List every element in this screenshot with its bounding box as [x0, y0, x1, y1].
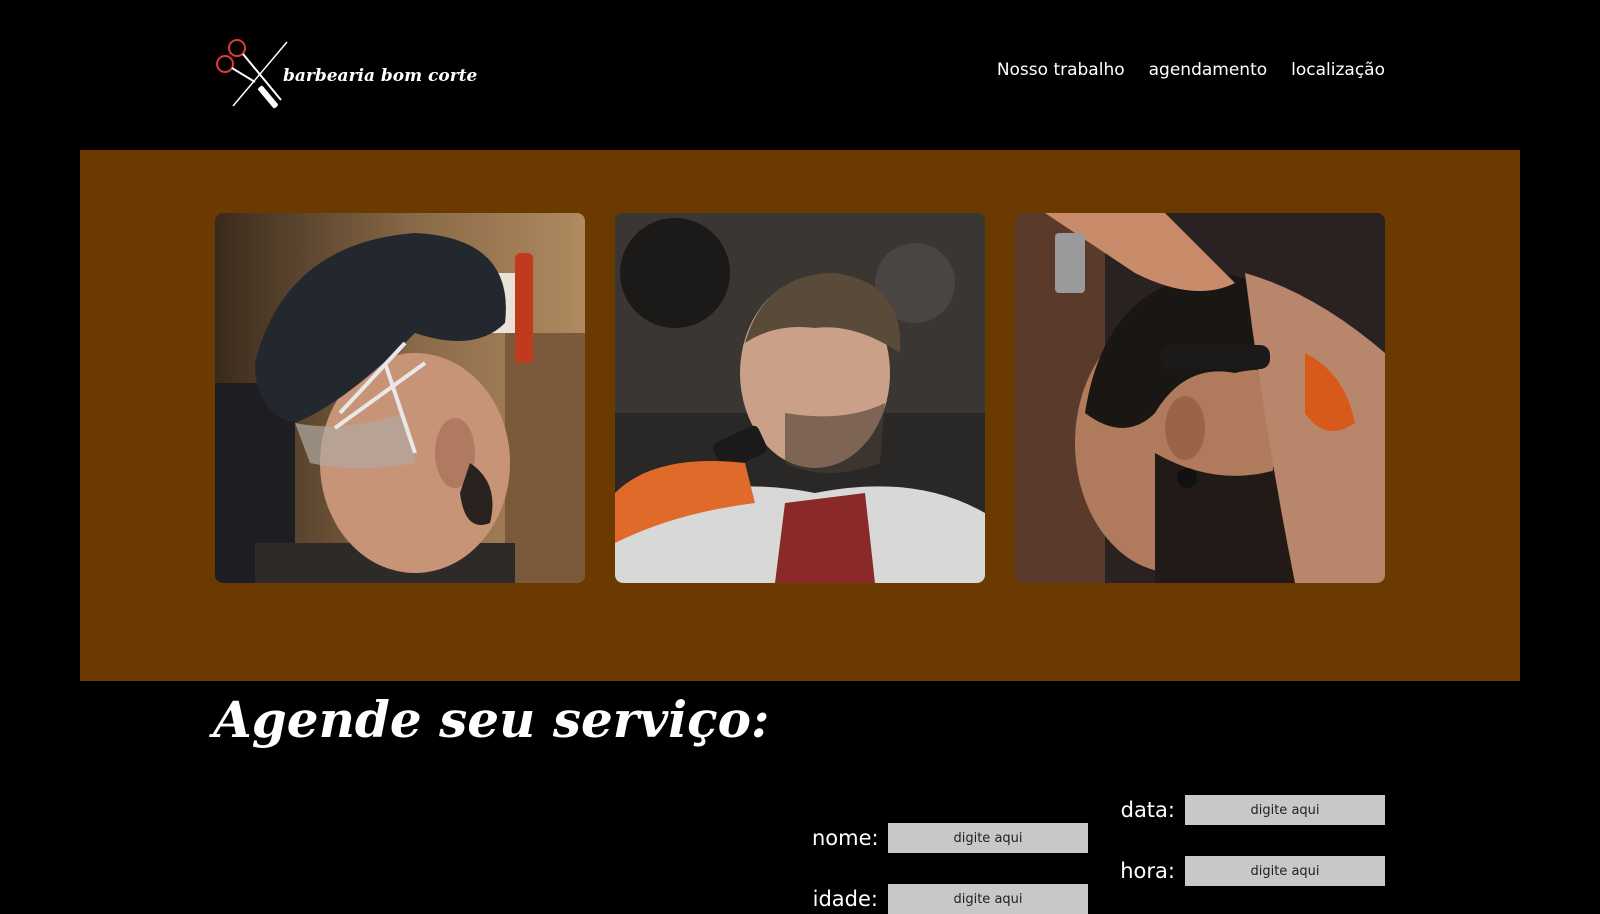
idade-field: idade: [812, 884, 1088, 914]
hora-label: hora: [1120, 859, 1175, 883]
data-label: data: [1120, 798, 1175, 822]
data-field: data: [1115, 795, 1385, 825]
barber-razor-line-up-photo [1015, 213, 1385, 583]
main-nav: Nosso trabalho agendamento localização [997, 60, 1385, 80]
haircut-fade-with-lines-photo [215, 213, 585, 583]
nome-input[interactable] [888, 823, 1088, 853]
nome-field: nome: [812, 823, 1088, 853]
brand-name: barbearia bom corte [283, 66, 478, 86]
nav-link-nosso-trabalho[interactable]: Nosso trabalho [997, 60, 1125, 80]
nome-label: nome: [812, 826, 879, 850]
nav-link-localizacao[interactable]: localização [1291, 60, 1385, 80]
hora-field: hora: [1115, 856, 1385, 886]
booking-title: Agende seu serviço: [213, 690, 770, 749]
brand-logo[interactable]: barbearia bom corte [215, 38, 477, 112]
data-input[interactable] [1185, 795, 1385, 825]
idade-input[interactable] [888, 884, 1088, 914]
idade-label: idade: [812, 887, 878, 911]
nav-link-agendamento[interactable]: agendamento [1149, 60, 1268, 80]
work-gallery [80, 150, 1520, 681]
hora-input[interactable] [1185, 856, 1385, 886]
site-header: barbearia bom corte Nosso trabalho agend… [0, 0, 1600, 150]
barber-clipper-fade-photo [615, 213, 985, 583]
